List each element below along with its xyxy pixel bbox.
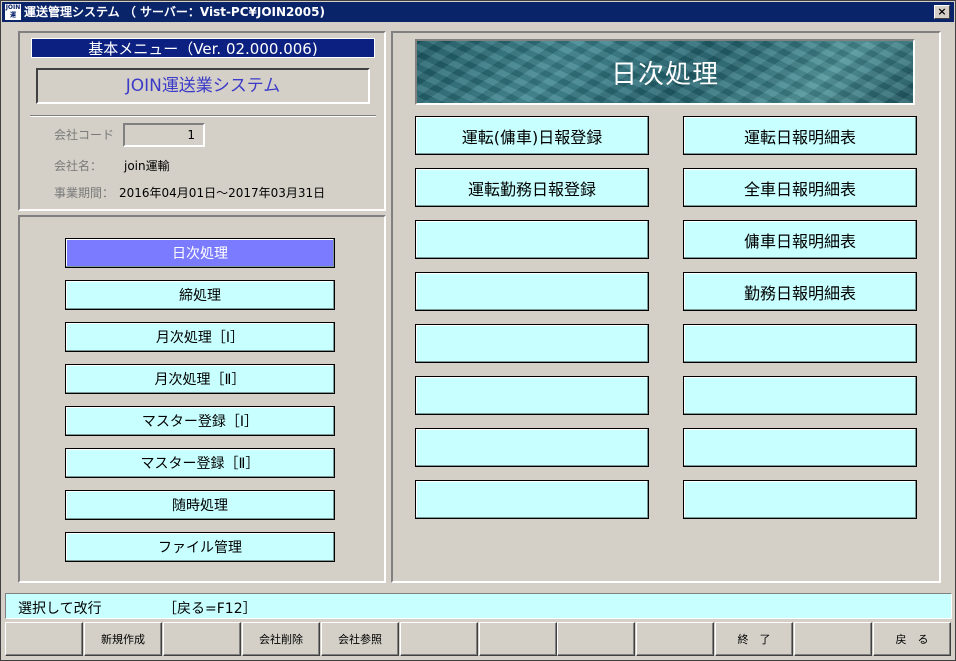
left-menu-button[interactable]: マスター登録［Ⅰ］ [65, 406, 335, 436]
function-key[interactable] [163, 622, 241, 656]
left-menu-button[interactable]: 月次処理［Ⅱ］ [65, 364, 335, 394]
function-menu-button[interactable]: 運転日報明細表 [683, 116, 917, 155]
function-key[interactable] [557, 622, 635, 656]
function-menu-button[interactable] [415, 428, 649, 467]
status-bar: 選択して改行 ［戻る=F12］ [5, 593, 952, 619]
title-bar: JOIN運 運送管理システム （ サーバー：Vist-PC¥JOIN2005) … [2, 2, 954, 22]
function-menu-button[interactable]: 運転(傭車)日報登録 [415, 116, 649, 155]
left-menu-button[interactable]: 日次処理 [65, 238, 335, 268]
function-menu-button[interactable] [415, 220, 649, 259]
left-menu-button[interactable]: 随時処理 [65, 490, 335, 520]
function-key[interactable] [479, 622, 557, 656]
function-menu-button[interactable] [683, 428, 917, 467]
window-title: 運送管理システム （ サーバー：Vist-PC¥JOIN2005) [24, 5, 325, 19]
function-key[interactable]: 終 了 [715, 622, 793, 656]
function-key[interactable] [794, 622, 872, 656]
function-menu-button[interactable]: 全車日報明細表 [683, 168, 917, 207]
left-menu-button[interactable]: 締処理 [65, 280, 335, 310]
function-key[interactable] [400, 622, 478, 656]
divider [30, 116, 376, 117]
function-key[interactable] [5, 622, 83, 656]
function-menu-button[interactable] [683, 376, 917, 415]
company-code-field[interactable]: 1 [123, 123, 205, 147]
function-menu-button[interactable] [683, 324, 917, 363]
period-value: 2016年04月01日～2017年03月31日 [119, 186, 326, 200]
function-menu-button[interactable] [415, 480, 649, 519]
company-code-label: 会社コード [54, 128, 115, 142]
left-menu-button[interactable]: ファイル管理 [65, 532, 335, 562]
left-menu-button[interactable]: マスター登録［Ⅱ］ [65, 448, 335, 478]
function-key[interactable]: 会社削除 [242, 622, 320, 656]
system-name: JOIN運送業システム [36, 68, 370, 104]
close-icon[interactable]: × [934, 5, 950, 19]
function-key[interactable]: 戻 る [873, 622, 951, 656]
left-menu-panel [18, 215, 386, 583]
function-menu-button[interactable]: 運転勤務日報登録 [415, 168, 649, 207]
left-menu-button[interactable]: 月次処理［Ⅰ］ [65, 322, 335, 352]
function-menu-button[interactable] [683, 480, 917, 519]
info-panel: 基本メニュー（Ver. 02.000.006) JOIN運送業システム 会社コー… [18, 31, 386, 211]
status-hint: 選択して改行 [18, 601, 102, 617]
function-key[interactable]: 会社参照 [321, 622, 399, 656]
function-menu-button[interactable]: 傭車日報明細表 [683, 220, 917, 259]
main-window: JOIN運 運送管理システム （ サーバー：Vist-PC¥JOIN2005) … [0, 0, 956, 661]
menu-title: 基本メニュー（Ver. 02.000.006) [31, 38, 375, 58]
company-name-value: join運輸 [124, 159, 170, 173]
function-menu-button[interactable] [415, 324, 649, 363]
app-icon: JOIN運 [5, 4, 21, 20]
period-label: 事業期間： [54, 186, 115, 200]
function-key-bar: 新規作成 会社削除 会社参照 終 了 戻 る [5, 622, 952, 658]
function-key[interactable] [636, 622, 714, 656]
function-menu-button[interactable]: 勤務日報明細表 [683, 272, 917, 311]
company-name-label: 会社名： [54, 159, 103, 173]
function-menu-button[interactable] [415, 376, 649, 415]
section-header: 日次処理 [415, 39, 915, 105]
function-menu-button[interactable] [415, 272, 649, 311]
status-back-hint: ［戻る=F12］ [163, 601, 257, 617]
function-key[interactable]: 新規作成 [84, 622, 162, 656]
